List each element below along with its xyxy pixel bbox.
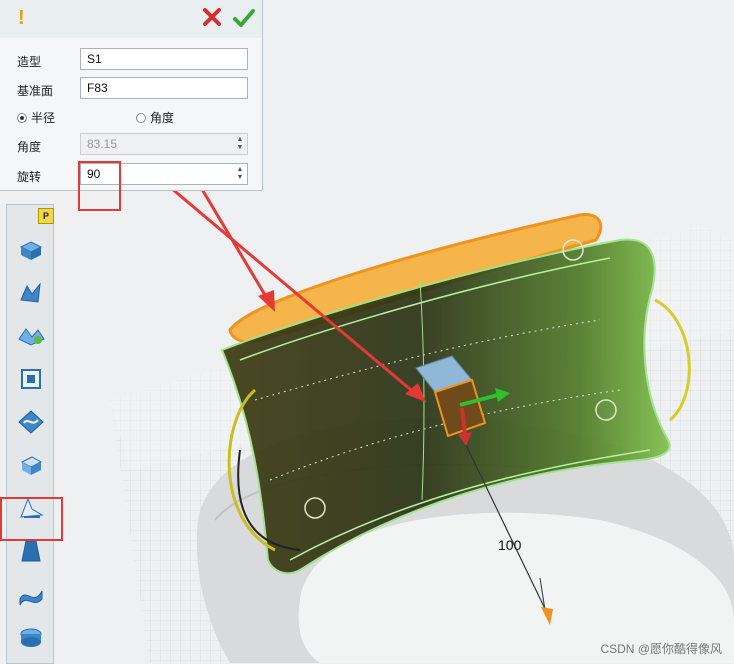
- radio-dot[interactable]: [136, 112, 146, 123]
- radius-radio[interactable]: 半径: [17, 109, 55, 126]
- exclamation-icon: !: [18, 7, 25, 29]
- shape-label: 造型: [17, 55, 42, 69]
- base-face-label: 基准面: [17, 84, 54, 98]
- angle-input: 83.15 ▲ ▼: [80, 133, 248, 155]
- pin-icon[interactable]: P: [38, 208, 54, 224]
- angle-spinner-icon: ▲ ▼: [236, 136, 244, 151]
- extrude-icon[interactable]: [16, 235, 46, 265]
- radius-radio-label: 半径: [31, 111, 56, 125]
- wrap-icon[interactable]: [16, 407, 46, 437]
- angle-label: 角度: [17, 140, 42, 154]
- rotate-spinner-icon[interactable]: ▲ ▼: [236, 166, 244, 182]
- shell-icon[interactable]: [16, 450, 46, 480]
- twist-icon[interactable]: [16, 579, 46, 609]
- deform-icon[interactable]: [16, 622, 46, 652]
- loft-icon[interactable]: [16, 321, 46, 351]
- cancel-icon[interactable]: [200, 6, 224, 30]
- feature-toolbar: P: [6, 204, 54, 664]
- inset-icon[interactable]: [16, 364, 46, 394]
- annotation-box-tool: [0, 497, 63, 541]
- angle-value: 83.15: [87, 137, 118, 151]
- shape-input[interactable]: [80, 48, 248, 70]
- wrap-dialog: ! 造型 基准面 半径 角度 角度 83.15 ▲▼ 旋转 90 ▲▼: [0, 0, 263, 191]
- angle-radio[interactable]: 角度: [136, 109, 174, 126]
- radio-dot-selected[interactable]: [17, 112, 27, 123]
- confirm-check-icon[interactable]: [232, 6, 256, 30]
- watermark-text: CSDN @愿你酷得像风: [600, 642, 722, 656]
- base-face-input[interactable]: [80, 77, 248, 99]
- annotation-box-rotate: [78, 161, 121, 211]
- dimension-value-label[interactable]: 100: [498, 537, 521, 553]
- sweep-icon[interactable]: [16, 278, 46, 308]
- angle-radio-label: 角度: [150, 111, 175, 125]
- rotate-label: 旋转: [17, 170, 42, 184]
